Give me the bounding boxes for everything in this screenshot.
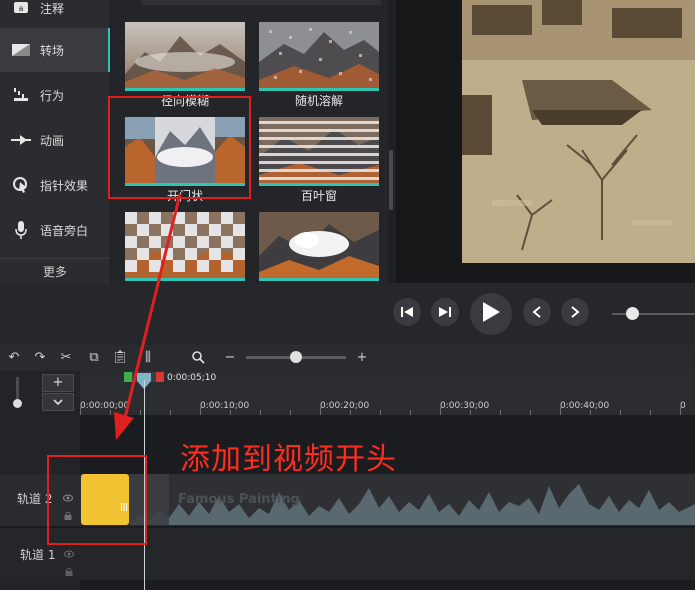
sidebar-item-label: 语音旁白 <box>40 223 89 238</box>
play-button[interactable] <box>470 293 512 335</box>
video-preview[interactable] <box>462 0 695 263</box>
copy-icon[interactable]: ⧉ <box>86 349 102 365</box>
previous-marker-button[interactable] <box>523 298 551 326</box>
step-back-icon <box>400 303 414 322</box>
ruler-tick <box>560 407 561 415</box>
zoom-out-icon[interactable]: − <box>222 349 238 365</box>
transition-cloud[interactable] <box>259 212 379 282</box>
clip-title: Famous Painting <box>178 492 300 507</box>
redo-icon[interactable]: ↷ <box>32 349 48 365</box>
transition-thumbnail <box>125 22 245 88</box>
panel-top-strip <box>141 0 381 5</box>
transition-thumbnail <box>259 212 379 278</box>
sidebar-item-cursor-effects[interactable]: 指针效果 <box>0 163 110 207</box>
step-forward-icon <box>438 303 452 322</box>
track-height-slider[interactable] <box>8 377 30 408</box>
tools-sidebar: a 注释 转场 行为 动画 指针效果 语音旁白 更多 <box>0 0 110 283</box>
add-track-button[interactable]: + <box>42 374 74 392</box>
transition-blinds[interactable]: 百叶窗 <box>259 117 379 205</box>
highlight-box-transition <box>108 96 251 199</box>
chevron-down-icon <box>43 395 73 414</box>
step-back-button[interactable] <box>393 298 421 326</box>
transition-label: 随机溶解 <box>294 94 343 108</box>
ruler-label: 0:00:20;00 <box>320 401 370 411</box>
chevron-right-icon <box>570 303 580 322</box>
sidebar-item-label: 注释 <box>40 1 65 16</box>
play-icon <box>481 301 501 327</box>
panel-scrollbar[interactable] <box>388 0 394 283</box>
undo-icon[interactable]: ↶ <box>6 349 22 365</box>
sidebar-item-label: 指针效果 <box>40 178 89 193</box>
next-marker-button[interactable] <box>561 298 589 326</box>
annotation-text: 添加到视频开头 <box>180 442 397 477</box>
sidebar-item-label: 动画 <box>40 133 65 148</box>
ruler-tick <box>320 407 321 415</box>
timeline-toolbar <box>0 345 695 371</box>
track-options-button[interactable] <box>42 393 74 411</box>
lock-icon[interactable] <box>65 561 73 576</box>
animation-icon <box>10 129 32 151</box>
ruler-tick <box>200 407 201 415</box>
ruler-tick <box>440 407 441 415</box>
ruler-label: 0:00:30;00 <box>440 401 490 411</box>
ruler-tick <box>680 407 681 415</box>
chevron-left-icon <box>532 303 542 322</box>
transition-accent-bar <box>259 278 379 281</box>
sidebar-item-annotations[interactable]: a 注释 <box>0 0 110 30</box>
microphone-icon <box>10 219 32 241</box>
transition-thumbnail <box>259 117 379 183</box>
transition-accent-bar <box>259 183 379 186</box>
sidebar-item-animations[interactable]: 动画 <box>0 118 110 162</box>
cut-icon[interactable]: ✂ <box>58 349 74 365</box>
track-name: 轨道 1 <box>20 548 56 562</box>
transition-label: 百叶窗 <box>300 189 337 203</box>
zoom-slider-handle[interactable] <box>290 351 302 363</box>
playback-scrubber-handle[interactable] <box>626 307 639 320</box>
annotation-icon: a <box>10 0 32 19</box>
zoom-icon <box>190 349 206 365</box>
transition-random-dissolve[interactable]: 随机溶解 <box>259 22 379 110</box>
sidebar-item-voice-narration[interactable]: 语音旁白 <box>0 208 110 252</box>
transition-accent-bar <box>259 88 379 91</box>
sidebar-item-transitions[interactable]: 转场 <box>0 28 110 72</box>
annotation-arrow <box>114 193 182 440</box>
svg-text:a: a <box>19 4 24 13</box>
highlight-box-track-start <box>47 455 147 545</box>
playback-scrubber-track[interactable] <box>612 313 695 315</box>
ruler-label: 0:00:10;00 <box>200 401 250 411</box>
more-button[interactable]: 更多 <box>0 258 110 284</box>
sidebar-item-label: 转场 <box>40 43 65 58</box>
sidebar-item-behaviors[interactable]: 行为 <box>0 73 110 117</box>
transition-thumbnail <box>259 22 379 88</box>
zoom-in-icon[interactable]: + <box>354 349 370 365</box>
playback-bar <box>0 283 695 345</box>
panel-scrollbar-thumb[interactable] <box>389 150 393 210</box>
behavior-icon <box>10 84 32 106</box>
ruler-label: 0:00:40;00 <box>560 401 610 411</box>
step-forward-button[interactable] <box>431 298 459 326</box>
cursor-effect-icon <box>10 174 32 196</box>
ruler-tick <box>80 407 81 415</box>
transition-accent-bar <box>125 88 245 91</box>
transition-icon <box>10 39 32 61</box>
sidebar-item-label: 行为 <box>40 88 65 103</box>
